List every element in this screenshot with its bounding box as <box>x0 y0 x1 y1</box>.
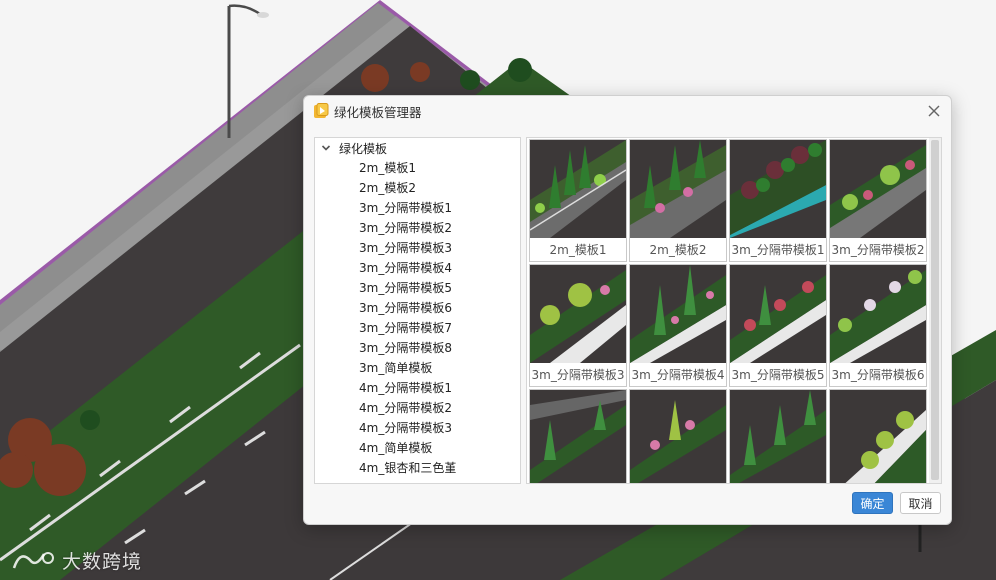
close-icon[interactable] <box>925 102 943 120</box>
thumbnail-image <box>830 390 926 483</box>
thumbnail-image <box>530 140 626 238</box>
thumbnail-caption: 3m_分隔带模板2 <box>831 243 925 257</box>
template-manager-icon <box>314 103 329 118</box>
template-manager-dialog: 绿化模板管理器 绿化模板 2m_模板1 2m_模板2 3m_分隔带模板1 3m_… <box>303 95 952 525</box>
thumbnail-image <box>530 265 626 363</box>
watermark-text: 大数跨境 <box>62 550 143 573</box>
tree-item[interactable]: 3m_分隔带模板4 <box>359 258 452 278</box>
tree-item[interactable]: 4m_分隔带模板1 <box>359 378 452 398</box>
tree-item[interactable]: 3m_分隔带模板8 <box>359 338 452 358</box>
thumbnail-caption: 3m_分隔带模板1 <box>731 243 825 257</box>
thumbnail[interactable]: 3m_分隔带模板1 <box>729 139 827 262</box>
thumbnail-image <box>730 265 826 363</box>
tree-item[interactable]: 3m_分隔带模板1 <box>359 198 452 218</box>
tree-root-node[interactable]: 绿化模板 <box>315 138 520 158</box>
thumbnail-image <box>530 390 626 483</box>
thumbnail-image <box>830 140 926 238</box>
thumbnail-image <box>630 265 726 363</box>
thumbnail[interactable] <box>629 389 727 483</box>
thumbnail[interactable] <box>529 389 627 483</box>
tree-item[interactable]: 3m_分隔带模板7 <box>359 318 452 338</box>
tree-item[interactable]: 4m_分隔带模板3 <box>359 418 452 438</box>
ok-button[interactable]: 确定 <box>852 492 893 514</box>
tree-item[interactable]: 2m_模板1 <box>359 158 416 178</box>
scrollbar-thumb[interactable] <box>931 140 939 480</box>
thumbnail-image <box>730 140 826 238</box>
thumbnail-caption: 3m_分隔带模板3 <box>531 368 625 382</box>
tree-item[interactable]: 3m_分隔带模板2 <box>359 218 452 238</box>
thumbnail-caption: 3m_分隔带模板4 <box>631 368 725 382</box>
thumbnail[interactable]: 3m_分隔带模板4 <box>629 264 727 387</box>
thumbnail-image <box>730 390 826 483</box>
watermark: 大数跨境 <box>10 546 142 574</box>
chevron-down-icon[interactable] <box>321 143 331 153</box>
tree-item[interactable]: 3m_分隔带模板3 <box>359 238 452 258</box>
thumbnail[interactable]: 3m_分隔带模板5 <box>729 264 827 387</box>
thumbnail[interactable]: 3m_分隔带模板2 <box>829 139 927 262</box>
thumbnail[interactable]: 3m_分隔带模板3 <box>529 264 627 387</box>
watermark-logo-icon <box>12 552 54 569</box>
thumbnail[interactable] <box>729 389 827 483</box>
tree-item[interactable]: 4m_简单模板 <box>359 438 432 458</box>
tree-item[interactable]: 3m_分隔带模板6 <box>359 298 452 318</box>
thumbnail-caption: 3m_分隔带模板5 <box>731 368 825 382</box>
thumbnail-image <box>630 390 726 483</box>
thumbnail-caption: 3m_分隔带模板6 <box>831 368 925 382</box>
thumbnail[interactable]: 3m_分隔带模板6 <box>829 264 927 387</box>
tree-item[interactable]: 4m_银杏和三色堇 <box>359 458 456 478</box>
tree-root-label: 绿化模板 <box>339 142 388 156</box>
thumbnail-image <box>830 265 926 363</box>
thumbnail-scrollbar[interactable] <box>929 138 941 483</box>
dialog-title: 绿化模板管理器 <box>334 105 422 120</box>
tree-item[interactable]: 3m_分隔带模板5 <box>359 278 452 298</box>
thumbnail[interactable]: 2m_模板2 <box>629 139 727 262</box>
cancel-button[interactable]: 取消 <box>900 492 941 514</box>
thumbnail[interactable] <box>829 389 927 483</box>
thumbnail[interactable]: 2m_模板1 <box>529 139 627 262</box>
thumbnail-image <box>630 140 726 238</box>
tree-item[interactable]: 2m_模板2 <box>359 178 416 198</box>
thumbnail-caption: 2m_模板2 <box>649 243 707 257</box>
thumbnail-grid[interactable]: 2m_模板1 2m_模板2 3m_分隔带模板1 3m_分隔带模板2 3m_分隔带… <box>526 137 942 484</box>
dialog-title-bar[interactable]: 绿化模板管理器 <box>304 96 951 126</box>
thumbnail-caption: 2m_模板1 <box>549 243 607 257</box>
tree-item[interactable]: 4m_分隔带模板2 <box>359 398 452 418</box>
tree-item[interactable]: 3m_简单模板 <box>359 358 432 378</box>
template-tree[interactable]: 绿化模板 2m_模板1 2m_模板2 3m_分隔带模板1 3m_分隔带模板2 3… <box>314 137 521 484</box>
